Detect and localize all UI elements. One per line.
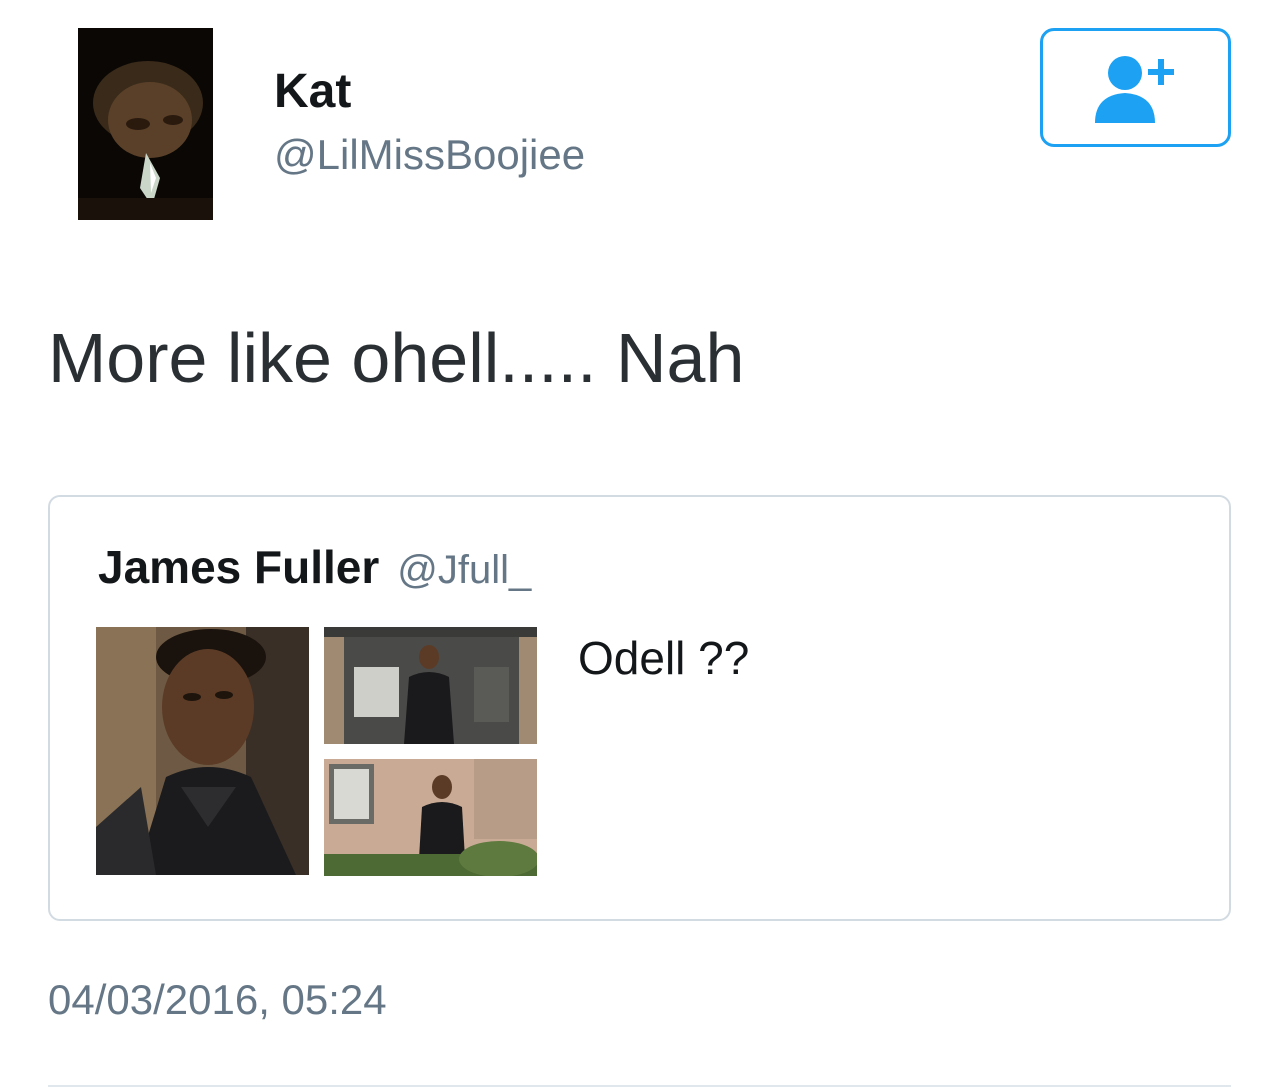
tweet-text: More like ohell..... Nah [48,319,745,397]
follow-button[interactable] [1040,28,1231,147]
quoted-media-image-2[interactable] [324,627,537,744]
photo-standing-doorway [324,627,537,744]
avatar-photo [78,28,213,220]
author-handle[interactable]: @LilMissBoojiee [274,128,585,182]
quoted-media-image-3[interactable] [324,759,537,876]
divider [48,1085,1231,1087]
quoted-author-name: James Fuller [98,541,380,593]
add-user-icon [1095,56,1174,123]
quoted-media-image-1[interactable] [96,627,309,875]
quoted-tweet-text: Odell ?? [578,632,750,684]
photo-selfie [96,627,309,875]
avatar[interactable] [78,28,213,220]
quoted-tweet-card[interactable]: James Fuller @Jfull_ Odell ?? [48,495,1231,921]
tweet-timestamp[interactable]: 04/03/2016, 05:24 [48,972,387,1028]
photo-standing-outdoors [324,759,537,876]
quoted-tweet-header: James Fuller @Jfull_ [98,537,531,609]
author-display-name[interactable]: Kat [274,62,351,122]
quoted-author-handle: @Jfull_ [397,548,532,592]
